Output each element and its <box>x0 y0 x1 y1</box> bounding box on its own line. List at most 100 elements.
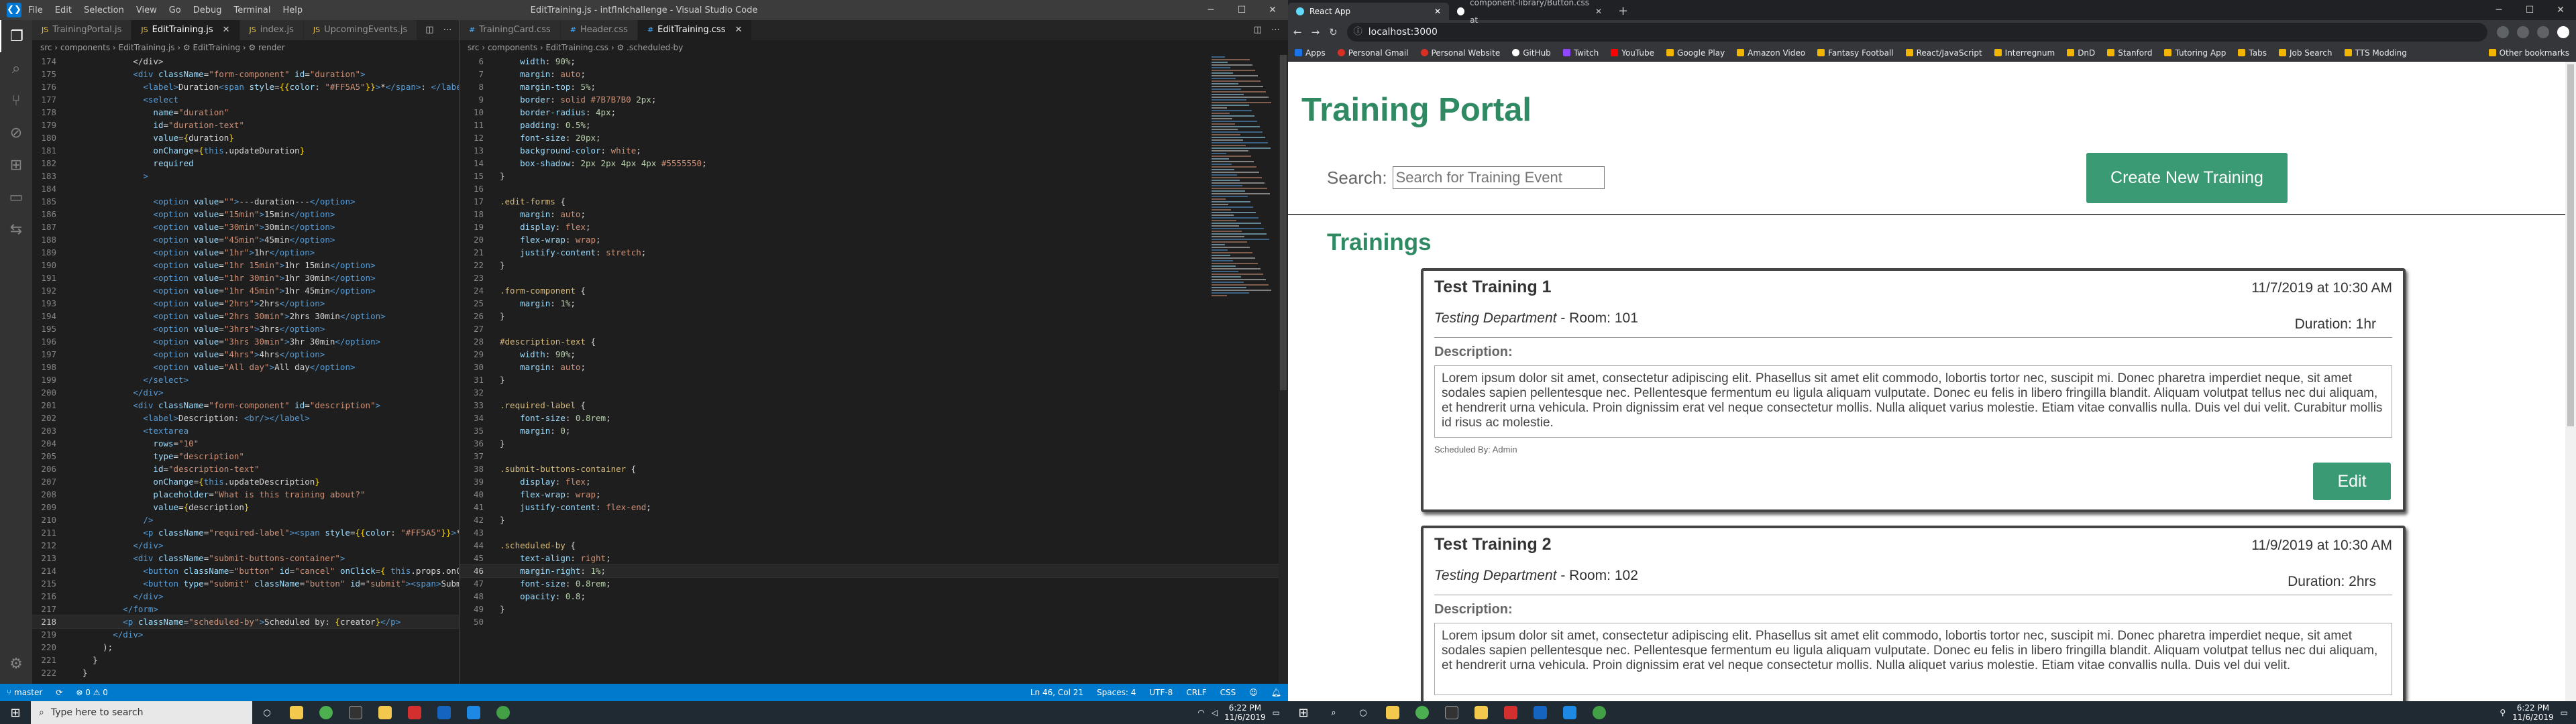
bookmark-interregnum[interactable]: Interregnum <box>1994 48 2055 58</box>
explorer-icon[interactable] <box>370 701 400 724</box>
code-line[interactable]: 195 <option value="3hrs">3hrs</option> <box>32 322 459 335</box>
code-line[interactable]: 221 } <box>32 654 459 666</box>
page-scrollbar[interactable] <box>2565 62 2576 701</box>
bookmark-tts-modding[interactable]: TTS Modding <box>2344 48 2407 58</box>
code-line[interactable]: 47 font-size: 0.8rem; <box>460 577 1288 590</box>
bookmark-job-search[interactable]: Job Search <box>2278 48 2332 58</box>
menu-item-view[interactable]: View <box>136 5 157 15</box>
code-line[interactable]: 196 <option value="3hrs 30min">3hr 30min… <box>32 335 459 348</box>
code-line[interactable]: 190 <option value="1hr 15min">1hr 15min<… <box>32 259 459 272</box>
chrome-tab-react-app[interactable]: React App ✕ <box>1288 3 1449 20</box>
task-view-icon[interactable]: ○ <box>1348 701 1378 724</box>
code-line[interactable]: 32 <box>460 386 1288 399</box>
code-line[interactable]: 13 background-color: white; <box>460 144 1288 157</box>
code-line[interactable]: 9 border: solid #7B7B7B0 2px; <box>460 93 1288 106</box>
more-actions-icon[interactable]: ⋯ <box>443 20 452 40</box>
bookmark-personal-website[interactable]: Personal Website <box>1420 48 1500 58</box>
editor-tab[interactable]: # Header.css <box>560 20 638 40</box>
code-line[interactable]: 176 <label>Duration<span style={{color: … <box>32 80 459 93</box>
code-line[interactable]: 16 <box>460 182 1288 195</box>
search-icon[interactable]: ⌕ <box>1319 701 1348 724</box>
code-line[interactable]: 191 <option value="1hr 30min">1hr 30min<… <box>32 272 459 284</box>
back-icon[interactable]: ← <box>1293 26 1302 38</box>
minimize-icon[interactable]: ─ <box>1195 0 1226 20</box>
code-line[interactable]: 46 margin-right: 1%; <box>460 564 1288 578</box>
windows-start-icon[interactable]: ⊞ <box>0 706 31 720</box>
minimize-icon[interactable]: ─ <box>2483 0 2514 20</box>
code-line[interactable]: 204 rows="10" <box>32 437 459 450</box>
code-line[interactable]: 175 <div className="form-component" id="… <box>32 68 459 80</box>
taskbar-search[interactable]: ⌕ Type here to search <box>31 701 252 724</box>
close-tab-icon[interactable]: ✕ <box>735 20 742 40</box>
close-tab-icon[interactable]: ✕ <box>1434 3 1441 20</box>
code-line[interactable]: 42} <box>460 514 1288 526</box>
address-bar[interactable]: localhost:3000 <box>1346 23 2487 42</box>
terminal-icon[interactable] <box>1437 701 1466 724</box>
code-line[interactable]: 213 <div className="submit-buttons-conta… <box>32 552 459 564</box>
new-tab-icon[interactable]: + <box>1610 3 1636 20</box>
notifications-icon[interactable]: ▭ <box>1273 708 1280 717</box>
windows-start-icon[interactable]: ⊞ <box>1288 706 1319 720</box>
extension-icon[interactable] <box>2496 26 2509 38</box>
code-line[interactable]: 10 border-radius: 4px; <box>460 106 1288 119</box>
breadcrumb[interactable]: src › components › EditTraining.css › ⚙ … <box>460 40 1288 55</box>
editor-tab[interactable]: # TrainingCard.css <box>460 20 561 40</box>
code-line[interactable]: 20 flex-wrap: wrap; <box>460 233 1288 246</box>
code-line[interactable]: 178 name="duration" <box>32 106 459 119</box>
split-editor-icon[interactable]: ◫ <box>1254 20 1262 40</box>
editor-tab[interactable]: JS TrainingPortal.js <box>32 20 132 40</box>
chrome-icon[interactable] <box>311 701 341 724</box>
terminal-icon[interactable] <box>341 701 370 724</box>
vscode-icon[interactable] <box>1555 701 1585 724</box>
minimap[interactable] <box>1212 55 1279 390</box>
code-line[interactable]: 26} <box>460 310 1288 322</box>
sync-icon[interactable]: ⟳ <box>49 688 69 697</box>
code-line[interactable]: 198 <option value="All day">All day</opt… <box>32 361 459 373</box>
code-line[interactable]: 37 <box>460 450 1288 463</box>
code-line[interactable]: 214 <button className="button" id="cance… <box>32 564 459 577</box>
spotify-icon[interactable] <box>1585 701 1614 724</box>
code-line[interactable]: 49} <box>460 603 1288 615</box>
code-line[interactable]: 27 <box>460 322 1288 335</box>
editor-tab[interactable]: # EditTraining.css ✕ <box>637 20 753 40</box>
code-line[interactable]: 41 justify-content: flex-end; <box>460 501 1288 514</box>
create-new-training-button[interactable]: Create New Training <box>2086 153 2288 203</box>
code-line[interactable]: 206 id="description-text" <box>32 463 459 475</box>
code-line[interactable]: 192 <option value="1hr 45min">1hr 45min<… <box>32 284 459 297</box>
code-line[interactable]: 222 } <box>32 666 459 679</box>
menu-item-debug[interactable]: Debug <box>193 5 222 15</box>
code-line[interactable]: 29 width: 90%; <box>460 348 1288 361</box>
code-editor-right[interactable]: 6 width: 90%; 7 margin: auto; 8 margin-top… <box>460 55 1288 628</box>
edit-button[interactable]: Edit <box>2313 463 2391 500</box>
bookmark-google-play[interactable]: Google Play <box>1666 48 1725 58</box>
code-line[interactable]: 40 flex-wrap: wrap; <box>460 488 1288 501</box>
code-line[interactable]: 39 display: flex; <box>460 475 1288 488</box>
editor-scrollbar[interactable] <box>1279 55 1288 684</box>
remote-icon[interactable]: ▭ <box>0 181 32 213</box>
code-line[interactable]: 201 <div className="form-component" id="… <box>32 399 459 412</box>
code-line[interactable]: 35 margin: 0; <box>460 424 1288 437</box>
code-line[interactable]: 217 </form> <box>32 603 459 615</box>
bookmark-stanford[interactable]: Stanford <box>2107 48 2152 58</box>
smiley-icon[interactable]: ☺ <box>1242 688 1265 697</box>
code-line[interactable]: 215 <button type="submit" className="but… <box>32 577 459 590</box>
acrobat-icon[interactable] <box>1496 701 1525 724</box>
maximize-icon[interactable]: ☐ <box>2514 0 2545 20</box>
clock[interactable]: 6:22 PM 11/6/2019 <box>2512 703 2554 722</box>
code-line[interactable]: 216 </div> <box>32 590 459 603</box>
code-line[interactable]: 7 margin: auto; <box>460 68 1288 80</box>
code-line[interactable]: 179 id="duration-text" <box>32 119 459 131</box>
menu-item-terminal[interactable]: Terminal <box>234 5 271 15</box>
code-line[interactable]: 209 value={description} <box>32 501 459 514</box>
code-line[interactable]: 199 </select> <box>32 373 459 386</box>
search-icon[interactable]: ⌕ <box>0 52 32 84</box>
code-line[interactable]: 180 value={duration} <box>32 131 459 144</box>
extension-icon[interactable] <box>2536 26 2549 38</box>
bookmark-youtube[interactable]: YouTube <box>1611 48 1654 58</box>
vscode-icon[interactable] <box>459 701 488 724</box>
code-line[interactable]: 31} <box>460 373 1288 386</box>
breadcrumb[interactable]: src › components › EditTraining.js › ⚙ E… <box>32 40 459 55</box>
menu-item-selection[interactable]: Selection <box>84 5 124 15</box>
code-line[interactable]: 181 onChange={this.updateDuration} <box>32 144 459 157</box>
acrobat-icon[interactable] <box>400 701 429 724</box>
